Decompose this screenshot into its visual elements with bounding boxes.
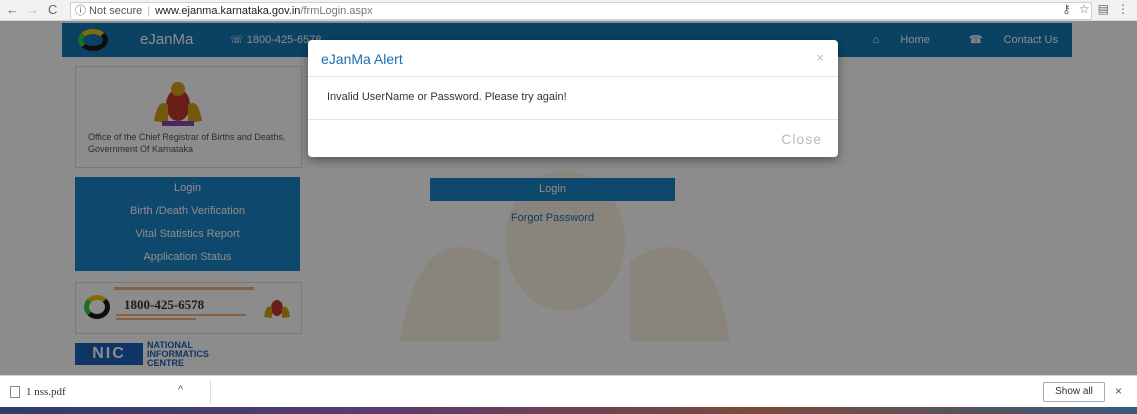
chevron-up-icon[interactable]: ^ <box>178 384 183 396</box>
forward-icon[interactable]: → <box>26 2 39 18</box>
close-button[interactable]: Close <box>781 131 822 147</box>
close-icon[interactable]: × <box>816 50 824 65</box>
reload-icon[interactable]: C <box>48 2 57 18</box>
security-indicator[interactable]: ⓘ Not secure <box>75 5 142 17</box>
download-shelf: 1 nss.pdf ^ Show all × <box>0 375 1137 408</box>
dialog-message: Invalid UserName or Password. Please try… <box>327 91 567 103</box>
show-all-button[interactable]: Show all <box>1043 382 1105 402</box>
dialog-title: eJanMa Alert <box>321 51 403 67</box>
os-taskbar <box>0 407 1137 414</box>
key-icon[interactable]: ⚷ <box>1062 2 1071 16</box>
url-path: /frmLogin.aspx <box>300 5 373 17</box>
star-icon[interactable]: ☆ <box>1079 2 1090 16</box>
alert-dialog: eJanMa Alert × Invalid UserName or Passw… <box>308 40 838 157</box>
download-item-name[interactable]: 1 nss.pdf <box>26 386 66 398</box>
dialog-divider-top <box>308 76 838 77</box>
back-icon[interactable]: ← <box>6 2 19 18</box>
extension-icon[interactable]: ▤ <box>1098 2 1109 16</box>
url-domain: www.ejanma.karnataka.gov.in <box>155 5 301 17</box>
browser-toolbar: ← → C ⓘ Not secure | www.ejanma.karnataka.… <box>0 0 1137 21</box>
browser-actions: ⚷ ☆ ▤ ⋮ <box>1054 2 1129 16</box>
shelf-divider <box>210 380 211 404</box>
dialog-divider-bottom <box>308 119 838 120</box>
file-icon <box>10 386 20 398</box>
address-separator: | <box>147 5 151 17</box>
close-shelf-icon[interactable]: × <box>1115 384 1122 398</box>
address-bar[interactable]: ⓘ Not secure | www.ejanma.karnataka.gov.in… <box>70 2 1092 20</box>
menu-icon[interactable]: ⋮ <box>1117 2 1129 16</box>
